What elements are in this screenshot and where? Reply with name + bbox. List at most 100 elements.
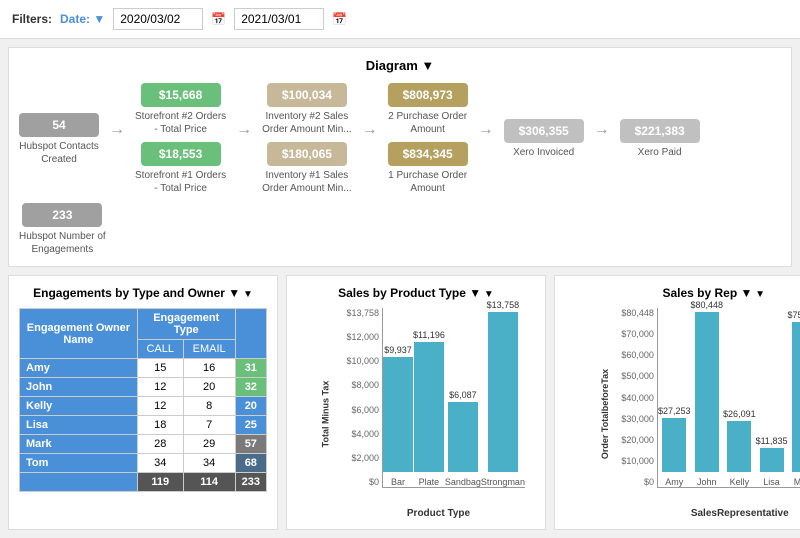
bar [448,402,478,472]
bar-x-label: John [697,477,717,487]
sales-product-title[interactable]: Sales by Product Type ▼ [297,286,535,300]
engagements-panel: Engagements by Type and Owner ▼ Engageme… [8,275,278,530]
total-cell: 68 [235,454,266,473]
y-tick: $8,000 [343,380,379,390]
col-total-header [235,309,266,359]
y-tick: $13,758 [343,308,379,318]
total-cell: 25 [235,416,266,435]
product-chart-wrapper: Total Minus Tax $13,758$12,000$10,000$8,… [297,308,535,519]
sales-rep-title[interactable]: Sales by Rep ▼ [565,286,800,300]
y-tick: $80,448 [618,308,654,318]
y-tick: $20,000 [618,435,654,445]
call-cell: 34 [137,454,183,473]
email-cell: 29 [183,435,235,454]
bar [695,312,719,472]
bar-group: $27,253 Amy [658,406,691,487]
engagement-type-header: Engagement Type [137,309,235,340]
y-tick: $70,000 [618,329,654,339]
calendar-icon-right[interactable]: 📅 [332,12,347,26]
engagements-title[interactable]: Engagements by Type and Owner ▼ [19,286,267,300]
bar-x-label: Sandbag [445,477,481,487]
call-cell: 12 [137,378,183,397]
email-cell: 8 [183,397,235,416]
email-cell: 16 [183,359,235,378]
col-owner-header: Engagement Owner Name [20,309,138,359]
product-chart-area: $13,758$12,000$10,000$8,000$6,000$4,000$… [382,308,525,488]
bar [488,312,518,472]
rep-y-axis: $80,448$70,000$60,000$50,000$40,000$30,0… [618,308,654,487]
date-filter-label[interactable]: Date: ▼ [60,12,105,26]
date-to-input[interactable] [234,8,324,30]
bar [414,342,444,472]
node-xero-invoiced: $306,355 Xero Invoiced [504,119,584,159]
bar-value-label: $11,835 [756,436,788,446]
node-inventory2: $100,034 Inventory #2 SalesOrder Amount … [262,83,351,136]
arrow-1: → [109,121,125,157]
bar-x-label: Kelly [730,477,750,487]
calendar-icon-left[interactable]: 📅 [211,12,226,26]
col-call-header: CALL [137,340,183,359]
table-row: Lisa18725 [20,416,267,435]
bar-group: $75,574Mark [787,310,800,487]
date-from-input[interactable] [113,8,203,30]
owner-name-cell: Mark [20,435,138,454]
diagram-section: Diagram ▼ 54 Hubspot ContactsCreated → $… [8,47,792,267]
bar-value-label: $13,758 [487,300,520,310]
y-tick: $10,000 [618,456,654,466]
bar [760,448,784,472]
y-tick: $4,000 [343,429,379,439]
product-y-axis: $13,758$12,000$10,000$8,000$6,000$4,000$… [343,308,379,487]
product-y-axis-label: Total Minus Tax [320,380,330,447]
col-email-header: EMAIL [183,340,235,359]
owner-name-cell: Kelly [20,397,138,416]
y-tick: $6,000 [343,405,379,415]
y-tick: $50,000 [618,371,654,381]
table-row: Mark282957 [20,435,267,454]
y-tick: $10,000 [343,356,379,366]
bar-x-label: Mark [794,477,800,487]
total-cell: 20 [235,397,266,416]
bar-group: $80,448 John [691,300,724,487]
call-cell: 15 [137,359,183,378]
table-row: Kelly12820 [20,397,267,416]
bar-x-label: Amy [665,477,683,487]
arrow-4: → [478,121,494,157]
table-row: John122032 [20,378,267,397]
node-storefront1: $18,553 Storefront #1 Orders- Total Pric… [135,142,226,195]
arrow-5: → [594,121,610,157]
bar [662,418,686,472]
bar [727,421,751,472]
node-hubspot-engagements: 233 Hubspot Number ofEngagements [19,203,106,256]
node-storefront2: $15,668 Storefront #2 Orders- Total Pric… [135,83,226,136]
table-row: Tom343468 [20,454,267,473]
rep-x-axis-label: SalesRepresentative [617,508,800,519]
diagram-title[interactable]: Diagram ▼ [19,58,781,73]
node-purchase2: $808,973 2 Purchase OrderAmount [388,83,468,136]
total-cell: 32 [235,378,266,397]
call-cell: 28 [137,435,183,454]
total-cell: 57 [235,435,266,454]
email-cell: 34 [183,454,235,473]
call-cell: 12 [137,397,183,416]
y-tick: $0 [343,477,379,487]
owner-name-cell: Lisa [20,416,138,435]
engagements-table: Engagement Owner Name Engagement Type CA… [19,308,267,492]
filter-label: Filters: [12,12,52,26]
bar-group: $6,087 Sandbag [445,390,481,487]
bar-group: $13,758 Strongman [481,300,525,487]
totals-row: 119114233 [20,473,267,492]
bar-x-label: Strongman [481,477,525,487]
email-cell: 7 [183,416,235,435]
filter-bar: Filters: Date: ▼ 📅 📅 [0,0,800,39]
node-hubspot-contacts: 54 Hubspot ContactsCreated [19,113,99,166]
arrow-2: → [236,121,252,157]
bar [792,322,800,472]
bar-value-label: $27,253 [658,406,691,416]
total-cell: 31 [235,359,266,378]
table-row: Amy151631 [20,359,267,378]
bar-group: $9,937Bar [383,345,413,487]
bar-value-label: $26,091 [723,409,756,419]
bar-value-label: $80,448 [691,300,724,310]
bar-value-label: $6,087 [449,390,477,400]
email-cell: 20 [183,378,235,397]
